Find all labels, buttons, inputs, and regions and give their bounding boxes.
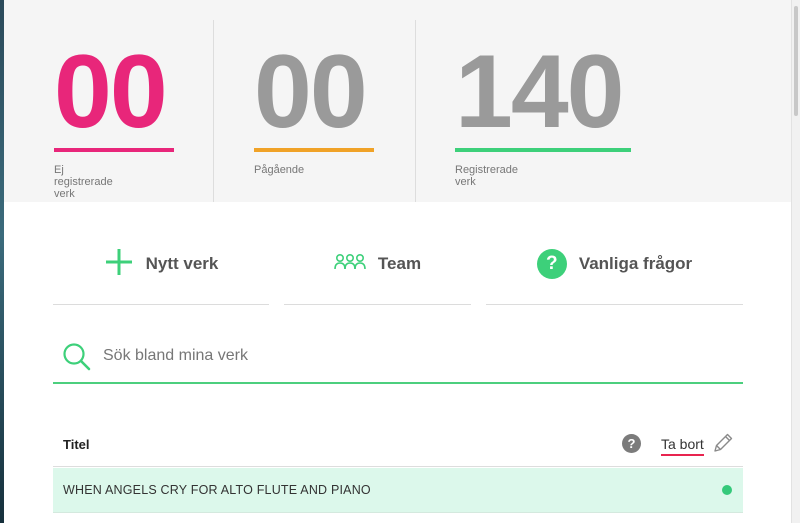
stat-registered-label: Registrerade verk [455, 164, 518, 188]
table-row[interactable]: WHEN ANGELS CRY FOR ALTO FLUTE AND PIANO [53, 468, 743, 513]
team-button[interactable]: Team [284, 236, 471, 305]
pencil-icon[interactable] [712, 432, 734, 459]
faq-button[interactable]: ? Vanliga frågor [486, 236, 743, 305]
search-bar[interactable] [53, 334, 743, 384]
stat-unregistered-label: Ej registrerade verk [54, 164, 113, 200]
plus-icon [104, 247, 134, 282]
search-input[interactable] [101, 342, 705, 370]
stats-divider [415, 20, 416, 202]
stat-in-progress-bar [254, 148, 374, 152]
status-dot [722, 485, 732, 495]
stat-registered-bar [455, 148, 631, 152]
remove-button[interactable]: Ta bort [661, 436, 704, 456]
people-icon [334, 253, 366, 276]
stat-in-progress-count: 00 [254, 34, 368, 150]
stats-divider [213, 20, 214, 202]
question-icon: ? [536, 249, 567, 279]
stat-registered-count: 140 [455, 34, 625, 150]
stats-panel: 00 Ej registrerade verk 00 Pågående 140 … [4, 0, 791, 202]
search-icon [62, 342, 92, 377]
new-work-button[interactable]: Nytt verk [53, 236, 269, 305]
team-label: Team [377, 254, 422, 273]
table-header: Titel ? Ta bort [53, 420, 743, 467]
stat-in-progress-label: Pågående [254, 164, 305, 176]
help-icon[interactable]: ? [622, 434, 641, 453]
faq-label: Vanliga frågor [578, 254, 693, 273]
stat-unregistered-count: 00 [54, 34, 168, 150]
stat-unregistered-bar [54, 148, 174, 152]
work-title: WHEN ANGELS CRY FOR ALTO FLUTE AND PIANO [63, 483, 371, 497]
scrollbar[interactable] [791, 0, 800, 523]
scrollbar-thumb[interactable] [794, 6, 798, 116]
new-work-label: Nytt verk [145, 254, 219, 273]
column-header-title: Titel [63, 437, 90, 452]
